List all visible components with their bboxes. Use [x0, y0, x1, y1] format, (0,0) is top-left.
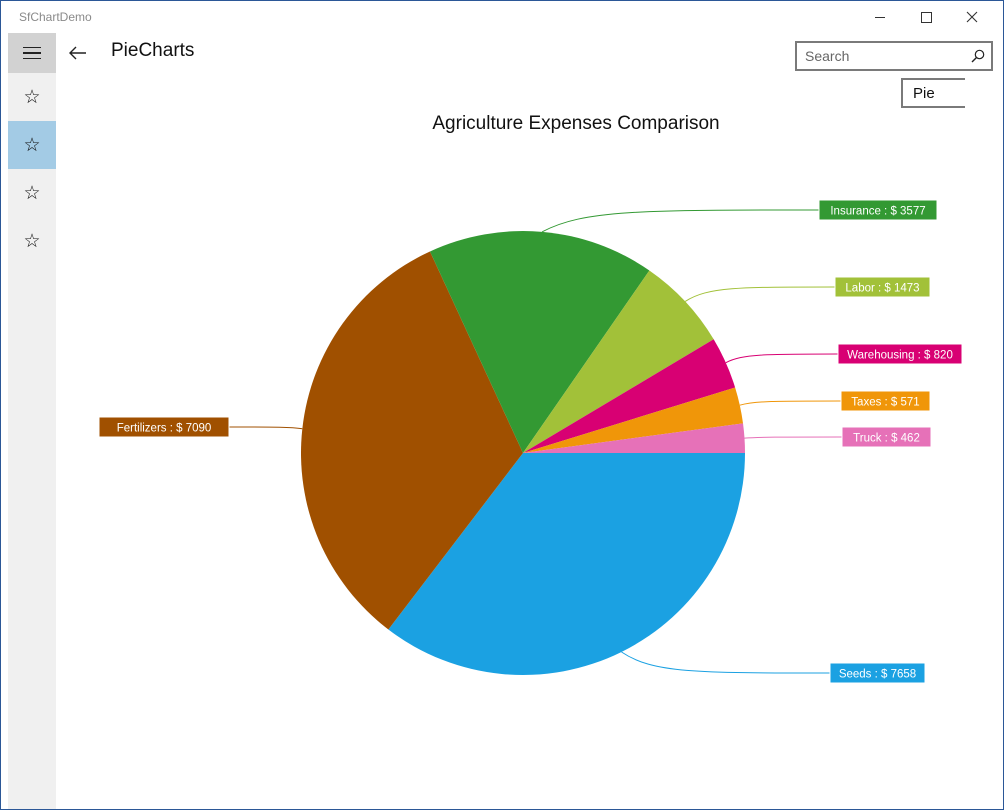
data-label-fertilizers: Fertilizers : $ 7090: [98, 416, 230, 438]
data-label-text: Fertilizers : $ 7090: [117, 423, 212, 435]
connector-line-fertilizers: [228, 426, 303, 430]
connector-line-truck: [744, 436, 843, 439]
data-label-seeds: Seeds : $ 7658: [829, 662, 926, 684]
pie-slices: [301, 231, 745, 676]
connector-line-taxes: [739, 400, 842, 406]
data-label-taxes: Taxes : $ 571: [840, 390, 931, 412]
data-label-text: Taxes : $ 571: [851, 397, 919, 409]
data-label-labor: Labor : $ 1473: [834, 276, 931, 298]
connector-line-insurance: [541, 209, 820, 233]
connector-line-labor: [684, 286, 836, 302]
data-label-warehousing: Warehousing : $ 820: [837, 343, 963, 365]
data-label-truck: Truck : $ 462: [841, 426, 932, 448]
data-label-text: Insurance : $ 3577: [830, 206, 925, 218]
pie-chart: Seeds : $ 7658 Fertilizers : $ 7090 Insura…: [98, 199, 963, 684]
connector-line-warehousing: [725, 353, 839, 364]
connector-line-seeds: [621, 651, 831, 674]
app-window: SfChartDemo ☆ ☆ ☆ ☆ PieCharts Search Pie…: [1, 1, 1003, 809]
data-label-text: Truck : $ 462: [853, 433, 920, 445]
data-label-insurance: Insurance : $ 3577: [818, 199, 938, 221]
data-label-text: Labor : $ 1473: [845, 283, 919, 295]
data-label-text: Seeds : $ 7658: [839, 669, 916, 681]
data-label-text: Warehousing : $ 820: [847, 350, 953, 362]
